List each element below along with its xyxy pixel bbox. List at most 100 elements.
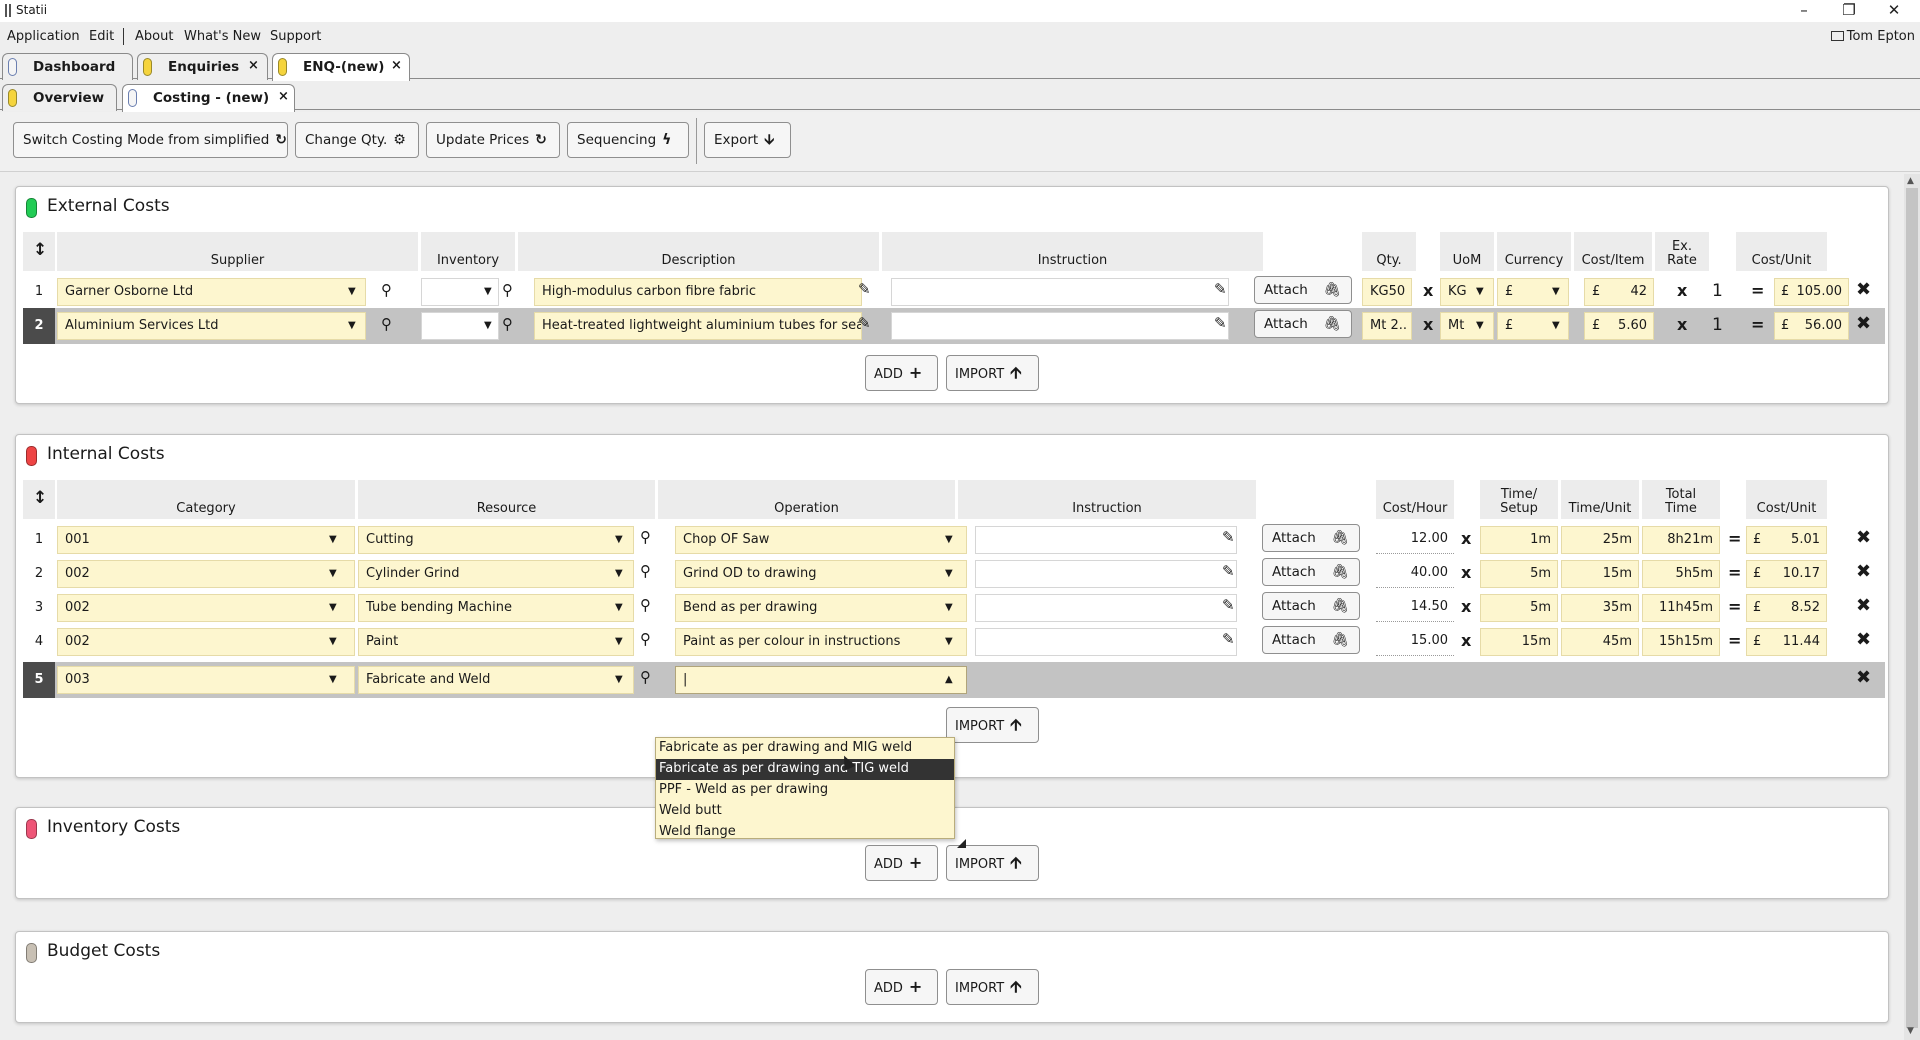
pencil-icon[interactable]: ✎	[858, 314, 871, 332]
header-time-unit[interactable]: Time/Unit	[1561, 502, 1639, 516]
tab-overview[interactable]: Overview	[2, 84, 117, 111]
header-uom[interactable]: UoM	[1440, 254, 1494, 268]
attach-button[interactable]: Attach 🖇	[1262, 592, 1360, 620]
chevron-down-icon[interactable]: ▼	[329, 527, 337, 553]
cost-item-field[interactable]: £5.60	[1584, 312, 1654, 340]
minimize-icon[interactable]: –	[1784, 0, 1824, 22]
setup-time-field[interactable]: 5m	[1480, 594, 1558, 622]
chevron-down-icon[interactable]: ▼	[945, 629, 953, 655]
time-unit-field[interactable]: 25m	[1561, 526, 1639, 554]
row-number[interactable]: 2	[23, 556, 55, 592]
header-category[interactable]: Category	[57, 502, 355, 516]
delete-row-icon[interactable]: ✖	[1856, 279, 1871, 300]
add-external-button[interactable]: ADD +	[865, 355, 938, 391]
header-cost-hour[interactable]: Cost/Hour	[1376, 502, 1454, 516]
search-icon[interactable]: ⚲	[640, 562, 651, 580]
supplier-field[interactable]: Aluminium Services Ltd ▼	[57, 312, 366, 340]
search-icon[interactable]: ⚲	[502, 281, 513, 299]
chevron-down-icon[interactable]: ▼	[484, 279, 492, 305]
menu-application[interactable]: Application	[7, 29, 80, 44]
setup-time-field[interactable]: 1m	[1480, 526, 1558, 554]
header-inventory[interactable]: Inventory	[421, 254, 515, 268]
header-cost-unit[interactable]: Cost/Unit	[1746, 502, 1827, 516]
operation-input[interactable]: | ▲	[675, 666, 967, 694]
instruction-field[interactable]	[891, 278, 1229, 306]
pencil-icon[interactable]: ✎	[1222, 562, 1235, 580]
close-tab-icon[interactable]: ×	[391, 58, 402, 73]
uom-field[interactable]: KG ▼	[1440, 278, 1494, 306]
delete-row-icon[interactable]: ✖	[1856, 595, 1871, 616]
import-external-button[interactable]: IMPORT 🡩	[946, 355, 1039, 391]
chevron-up-icon[interactable]: ▲	[945, 667, 953, 693]
sequencing-button[interactable]: Sequencing ϟ	[567, 122, 689, 158]
menu-edit[interactable]: Edit	[89, 29, 114, 44]
qty-field[interactable]: Mt 2..	[1362, 312, 1412, 340]
header-total-time-line1[interactable]: Total	[1642, 488, 1720, 502]
supplier-field[interactable]: Garner Osborne Ltd ▼	[57, 278, 366, 306]
chevron-down-icon[interactable]: ▼	[615, 561, 623, 587]
cost-hour-field[interactable]: 15.00	[1376, 628, 1454, 656]
pencil-icon[interactable]: ✎	[1222, 528, 1235, 546]
header-instruction[interactable]: Instruction	[882, 254, 1263, 268]
header-operation[interactable]: Operation	[658, 502, 955, 516]
cost-hour-field[interactable]: 40.00	[1376, 560, 1454, 588]
chevron-down-icon[interactable]: ▼	[1552, 279, 1560, 305]
menu-whats-new[interactable]: What's New	[184, 29, 261, 44]
delete-row-icon[interactable]: ✖	[1856, 629, 1871, 650]
chevron-down-icon[interactable]: ▼	[329, 667, 337, 693]
category-field[interactable]: 001 ▼	[57, 526, 355, 554]
chevron-down-icon[interactable]: ▼	[348, 279, 356, 305]
chevron-down-icon[interactable]: ▼	[945, 527, 953, 553]
chevron-down-icon[interactable]: ▼	[329, 561, 337, 587]
header-ex-rate-line1[interactable]: Ex.	[1655, 240, 1709, 254]
header-description[interactable]: Description	[518, 254, 879, 268]
attach-button[interactable]: Attach 🖇	[1254, 310, 1352, 338]
time-unit-field[interactable]: 45m	[1561, 628, 1639, 656]
search-icon[interactable]: ⚲	[640, 596, 651, 614]
setup-time-field[interactable]: 15m	[1480, 628, 1558, 656]
pencil-icon[interactable]: ✎	[858, 280, 871, 298]
instruction-field[interactable]	[891, 312, 1229, 340]
dropdown-option[interactable]: Weld butt	[656, 801, 954, 822]
menu-about[interactable]: About	[135, 29, 173, 44]
chevron-down-icon[interactable]: ▼	[1552, 313, 1560, 339]
close-tab-icon[interactable]: ×	[278, 89, 289, 104]
operation-field[interactable]: Paint as per colour in instructions ▼	[675, 628, 967, 656]
pencil-icon[interactable]: ✎	[1222, 596, 1235, 614]
search-icon[interactable]: ⚲	[381, 281, 392, 299]
tab-dashboard[interactable]: Dashboard	[2, 53, 133, 80]
vertical-scrollbar[interactable]: ▲ ▼	[1904, 174, 1920, 1040]
tab-enq-new[interactable]: ENQ-(new) ×	[272, 53, 410, 81]
update-prices-button[interactable]: Update Prices ↻	[426, 122, 560, 158]
header-instruction[interactable]: Instruction	[958, 502, 1256, 516]
close-window-icon[interactable]: ✕	[1874, 0, 1914, 22]
header-total-time-line2[interactable]: Time	[1642, 502, 1720, 516]
inventory-field[interactable]: ▼	[421, 278, 499, 306]
time-unit-field[interactable]: 35m	[1561, 594, 1639, 622]
time-unit-field[interactable]: 15m	[1561, 560, 1639, 588]
scroll-up-icon[interactable]: ▲	[1907, 176, 1914, 186]
attach-button[interactable]: Attach 🖇	[1262, 558, 1360, 586]
scrollbar-thumb[interactable]	[1906, 188, 1918, 1028]
row-number[interactable]: 2	[23, 308, 55, 344]
search-icon[interactable]: ⚲	[640, 528, 651, 546]
pencil-icon[interactable]: ✎	[1214, 280, 1227, 298]
header-currency[interactable]: Currency	[1497, 254, 1571, 268]
import-budget-button[interactable]: IMPORT 🡩	[946, 969, 1039, 1005]
chevron-down-icon[interactable]: ▼	[329, 595, 337, 621]
resource-field[interactable]: Tube bending Machine ▼	[358, 594, 634, 622]
header-ex-rate-line2[interactable]: Rate	[1655, 254, 1709, 268]
tab-costing-new[interactable]: Costing - (new) ×	[122, 84, 295, 112]
cost-item-field[interactable]: £42	[1584, 278, 1654, 306]
inventory-field[interactable]: ▼	[421, 312, 499, 340]
change-qty-button[interactable]: Change Qty. ⚙	[295, 122, 419, 158]
operation-field[interactable]: Chop OF Saw ▼	[675, 526, 967, 554]
chevron-down-icon[interactable]: ▼	[1476, 313, 1484, 339]
pencil-icon[interactable]: ✎	[1214, 314, 1227, 332]
instruction-field[interactable]	[975, 560, 1237, 588]
search-icon[interactable]: ⚲	[502, 315, 513, 333]
menu-support[interactable]: Support	[270, 29, 321, 44]
header-cost-item[interactable]: Cost/Item	[1574, 254, 1652, 268]
currency-field[interactable]: £ ▼	[1497, 278, 1569, 306]
category-field[interactable]: 002 ▼	[57, 628, 355, 656]
